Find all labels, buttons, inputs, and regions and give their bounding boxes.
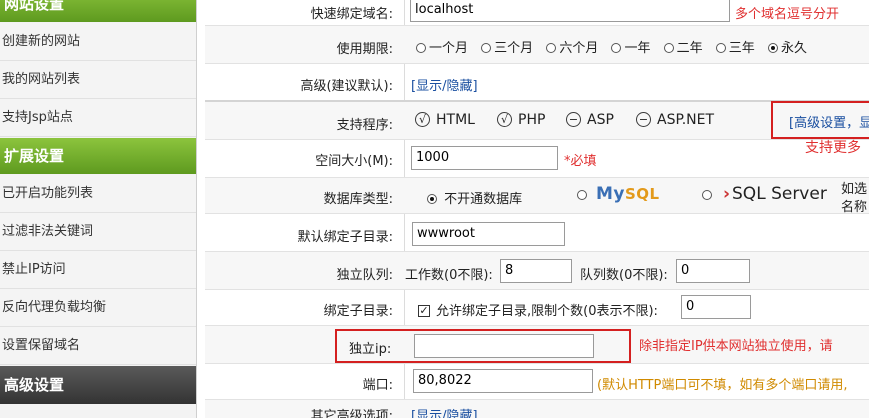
row-programs: 支持程序: √ HTML √ PHP − ASP − ASP.NET xyxy=(205,102,869,140)
program-html[interactable]: √ HTML xyxy=(415,111,475,128)
row-other-advanced: 其它高级选项: [显示/隐藏] xyxy=(205,400,869,418)
radio-icon xyxy=(416,42,426,53)
db-hint-line1: 如选 xyxy=(841,182,868,197)
other-advanced-toggle-link[interactable]: [显示/隐藏] xyxy=(411,405,478,418)
row-domain: 快速绑定域名: localhost 多个域名逗号分开 xyxy=(205,0,869,26)
ip-label: 独立ip: xyxy=(349,342,392,357)
checkbox-checked-icon[interactable]: ✓ xyxy=(418,304,430,317)
site-form: 快速绑定域名: localhost 多个域名逗号分开 使用期限: 一个月 三个月… xyxy=(205,0,869,418)
sidebar-item-enabled-features[interactable]: 已开启功能列表 xyxy=(0,175,196,213)
space-input[interactable]: 1000 xyxy=(411,146,558,170)
radio-selected-icon xyxy=(427,193,437,204)
advanced-settings-link[interactable]: [高级设置，显 xyxy=(789,112,869,131)
sidebar-item-reverse-proxy[interactable]: 反向代理负载均衡 xyxy=(0,289,196,327)
space-label: 空间大小(M): xyxy=(315,154,393,169)
radio-icon xyxy=(577,189,587,200)
sidebar-item-site-list[interactable]: 我的网站列表 xyxy=(0,61,196,99)
mysql-logo: MySQL xyxy=(596,184,660,204)
port-hint: (默认HTTP端口可不填，如有多个端口请用, xyxy=(597,378,848,393)
queue-label: 独立队列: xyxy=(336,268,393,283)
sidebar-item-create-site[interactable]: 创建新的网站 xyxy=(0,23,196,61)
worker-count-input[interactable]: 8 xyxy=(500,259,572,283)
domain-input[interactable]: localhost xyxy=(410,0,730,22)
programs-label: 支持程序: xyxy=(336,118,393,133)
db-hint-line2: 名称 xyxy=(841,200,868,215)
period-label: 使用期限: xyxy=(336,42,393,57)
radio-selected-icon xyxy=(767,42,778,53)
row-database: 数据库类型: 不开通数据库 MySQL › SQL Server 如选 名称 xyxy=(205,178,869,215)
ip-hint: 除非指定IP供本网站独立使用，请 xyxy=(639,339,833,354)
sqlserver-flag-icon: › xyxy=(723,184,731,204)
period-option-3y[interactable]: 三年 xyxy=(715,37,755,56)
period-option-forever[interactable]: 永久 xyxy=(767,37,807,56)
radio-icon xyxy=(702,189,712,200)
queue-count-input[interactable]: 0 xyxy=(676,259,750,283)
checkmark-circle-icon: √ xyxy=(415,111,430,127)
period-option-2y[interactable]: 二年 xyxy=(663,37,703,56)
worker-count-label: 工作数(0不限): xyxy=(405,268,493,283)
advanced-settings-highlight: [高级设置，显 xyxy=(771,101,869,139)
port-label: 端口: xyxy=(362,378,393,393)
period-option-6m[interactable]: 六个月 xyxy=(546,37,598,56)
database-label: 数据库类型: xyxy=(323,192,393,207)
row-default-subdir: 默认绑定子目录: wwwroot xyxy=(205,214,869,252)
db-option-sqlserver-radio[interactable] xyxy=(702,188,715,203)
bind-subdir-limit-input[interactable]: 0 xyxy=(681,295,751,319)
minus-circle-icon: − xyxy=(566,111,581,127)
sidebar-item-jsp-sites[interactable]: 支持Jsp站点 xyxy=(0,99,196,137)
sidebar-head-website-settings[interactable]: 网站设置 xyxy=(0,0,196,22)
port-input[interactable]: 80,8022 xyxy=(413,369,593,393)
advanced-toggle-link[interactable]: [显示/隐藏] xyxy=(411,75,478,94)
other-advanced-label: 其它高级选项: xyxy=(310,409,393,418)
bind-subdir-label: 绑定子目录: xyxy=(323,304,393,319)
ip-highlight: 独立ip: xyxy=(335,329,631,363)
domain-label: 快速绑定域名: xyxy=(310,7,393,22)
sidebar-item-reserved-domain[interactable]: 设置保留域名 xyxy=(0,327,196,365)
row-advanced: 高级(建议默认): [显示/隐藏] xyxy=(205,64,869,102)
radio-icon xyxy=(611,42,622,53)
row-queue: 独立队列: 工作数(0不限): 8 队列数(0不限): 0 xyxy=(205,252,869,290)
sidebar: 网站设置 创建新的网站 我的网站列表 支持Jsp站点 扩展设置 已开启功能列表 … xyxy=(0,0,197,418)
program-php[interactable]: √ PHP xyxy=(497,111,545,128)
period-option-1m[interactable]: 一个月 xyxy=(416,37,468,56)
minus-circle-icon: − xyxy=(636,111,651,127)
radio-icon xyxy=(546,42,557,53)
more-support-hint: 支持更多 xyxy=(805,140,861,156)
queue-count-label: 队列数(0不限): xyxy=(580,268,668,283)
advanced-label: 高级(建议默认): xyxy=(300,79,393,94)
row-space: 空间大小(M): 1000 *必填 支持更多 xyxy=(205,140,869,178)
sqlserver-logo: › SQL Server xyxy=(723,184,827,204)
row-bind-subdir: 绑定子目录: ✓ 允许绑定子目录,限制个数(0表示不限): 0 xyxy=(205,290,869,326)
row-period: 使用期限: 一个月 三个月 六个月 一年 二年 三年 永久 xyxy=(205,26,869,64)
sidebar-item-ip-block[interactable]: 禁止IP访问 xyxy=(0,251,196,289)
sidebar-head-extensions[interactable]: 扩展设置 xyxy=(0,138,196,174)
db-option-none[interactable]: 不开通数据库 xyxy=(427,188,522,207)
period-option-3m[interactable]: 三个月 xyxy=(481,37,533,56)
bind-subdir-checkbox-group: ✓ 允许绑定子目录,限制个数(0表示不限): xyxy=(418,303,658,319)
radio-icon xyxy=(663,42,674,53)
ip-input[interactable] xyxy=(414,334,594,358)
checkmark-circle-icon: √ xyxy=(497,111,512,127)
sidebar-item-keyword-filter[interactable]: 过滤非法关键词 xyxy=(0,213,196,251)
default-subdir-input[interactable]: wwwroot xyxy=(412,222,565,246)
radio-icon xyxy=(481,42,492,53)
db-option-mysql-radio[interactable] xyxy=(577,188,590,203)
period-options: 一个月 三个月 六个月 一年 二年 三年 永久 xyxy=(416,37,816,56)
sidebar-head-advanced[interactable]: 高级设置 xyxy=(0,366,196,404)
period-option-1y[interactable]: 一年 xyxy=(611,37,650,56)
space-required-hint: *必填 xyxy=(564,154,597,169)
domain-hint: 多个域名逗号分开 xyxy=(735,7,840,22)
radio-icon xyxy=(715,42,726,53)
program-asp[interactable]: − ASP xyxy=(566,111,614,128)
program-aspnet[interactable]: − ASP.NET xyxy=(636,111,714,128)
default-subdir-label: 默认绑定子目录: xyxy=(297,230,393,245)
row-port: 端口: 80,8022 (默认HTTP端口可不填，如有多个端口请用, xyxy=(205,364,869,400)
